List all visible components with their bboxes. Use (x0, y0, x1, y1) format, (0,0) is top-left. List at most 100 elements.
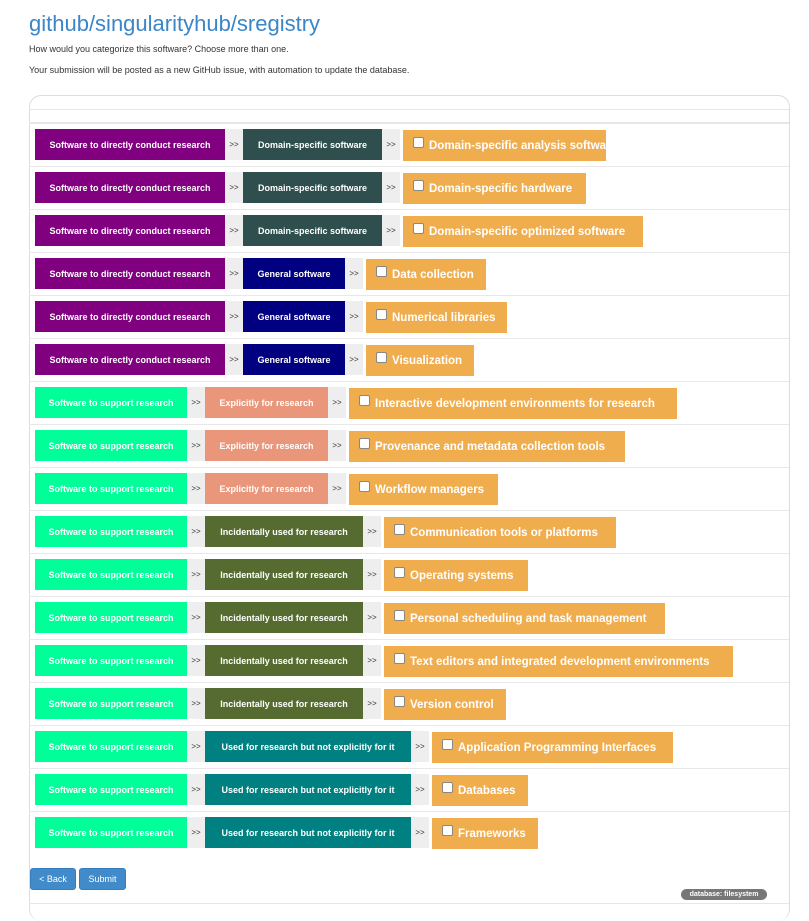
category-option[interactable]: Data collection (366, 259, 486, 290)
separator-arrow: >> (187, 602, 205, 633)
category-option[interactable]: Operating systems (384, 560, 528, 591)
option-checkbox[interactable] (394, 567, 405, 578)
category-level1: Software to directly conduct research (35, 215, 225, 246)
category-option[interactable]: Provenance and metadata collection tools (349, 431, 625, 462)
category-level1: Software to directly conduct research (35, 301, 225, 332)
option-checkbox[interactable] (359, 438, 370, 449)
option-checkbox[interactable] (394, 524, 405, 535)
category-level2: Explicitly for research (205, 430, 328, 461)
category-level1: Software to directly conduct research (35, 344, 225, 375)
submit-button[interactable]: Submit (79, 868, 126, 890)
category-level2: Explicitly for research (205, 473, 328, 504)
option-checkbox[interactable] (376, 352, 387, 363)
separator-arrow: >> (363, 645, 381, 676)
table-row: Software to support research >> Explicitly… (29, 467, 789, 511)
category-level2: Used for research but not explicitly for… (205, 817, 411, 848)
separator-arrow: >> (363, 516, 381, 547)
option-label: Interactive development environments for… (375, 397, 655, 410)
table-row: Software to support research >> Incidental… (29, 553, 789, 597)
option-label: Domain-specific analysis software (429, 139, 617, 152)
category-level2: Domain-specific software (243, 129, 382, 160)
option-checkbox[interactable] (413, 180, 424, 191)
category-option[interactable]: Databases (432, 775, 528, 806)
category-option[interactable]: Communication tools or platforms (384, 517, 616, 548)
category-level1: Software to support research (35, 473, 187, 504)
separator-arrow: >> (187, 645, 205, 676)
separator-arrow: >> (411, 774, 429, 805)
option-checkbox[interactable] (359, 395, 370, 406)
option-checkbox[interactable] (376, 266, 387, 277)
separator-arrow: >> (225, 301, 243, 332)
category-level1: Software to support research (35, 516, 187, 547)
option-checkbox[interactable] (376, 309, 387, 320)
separator-arrow: >> (363, 688, 381, 719)
category-option[interactable]: Personal scheduling and task management (384, 603, 665, 634)
category-level1: Software to support research (35, 817, 187, 848)
submission-note: Your submission will be posted as a new … (29, 65, 410, 75)
category-option[interactable]: Interactive development environments for… (349, 388, 677, 419)
separator-arrow: >> (411, 817, 429, 848)
category-level2: General software (243, 258, 345, 289)
separator-arrow: >> (187, 774, 205, 805)
table-row: Software to directly conduct research >> D… (29, 166, 789, 210)
category-option[interactable]: Application Programming Interfaces (432, 732, 673, 763)
option-checkbox[interactable] (413, 223, 424, 234)
back-button[interactable]: < Back (30, 868, 76, 890)
separator-arrow: >> (225, 172, 243, 203)
category-option[interactable]: Version control (384, 689, 506, 720)
option-label: Provenance and metadata collection tools (375, 440, 606, 453)
category-option[interactable]: Domain-specific optimized software (403, 216, 643, 247)
separator-arrow: >> (225, 344, 243, 375)
category-option[interactable]: Visualization (366, 345, 474, 376)
separator-arrow: >> (363, 559, 381, 590)
table-row: Software to support research >> Incidental… (29, 510, 789, 554)
category-level1: Software to support research (35, 774, 187, 805)
option-label: Data collection (392, 268, 474, 281)
separator-arrow: >> (187, 731, 205, 762)
option-checkbox[interactable] (359, 481, 370, 492)
category-option[interactable]: Text editors and integrated development … (384, 646, 733, 677)
option-label: Version control (410, 698, 494, 711)
separator-arrow: >> (225, 258, 243, 289)
category-level2: Incidentally used for research (205, 688, 363, 719)
separator-arrow: >> (328, 473, 346, 504)
option-checkbox[interactable] (442, 739, 453, 750)
option-label: Frameworks (458, 827, 526, 840)
category-option[interactable]: Numerical libraries (366, 302, 507, 333)
separator-arrow: >> (382, 215, 400, 246)
option-label: Operating systems (410, 569, 514, 582)
option-checkbox[interactable] (394, 610, 405, 621)
option-checkbox[interactable] (442, 782, 453, 793)
category-option[interactable]: Domain-specific hardware (403, 173, 586, 204)
separator-arrow: >> (411, 731, 429, 762)
separator-arrow: >> (187, 817, 205, 848)
table-row: Software to support research >> Explicitly… (29, 381, 789, 425)
category-option[interactable]: Domain-specific analysis software (403, 130, 617, 161)
category-level2: Used for research but not explicitly for… (205, 731, 411, 762)
table-row: Software to support research >> Used for r… (29, 811, 789, 855)
category-level2: Domain-specific software (243, 215, 382, 246)
table-row: Software to support research >> Incidental… (29, 596, 789, 640)
option-checkbox[interactable] (394, 696, 405, 707)
option-checkbox[interactable] (442, 825, 453, 836)
option-label: Numerical libraries (392, 311, 496, 324)
separator-arrow: >> (225, 215, 243, 246)
category-level2: General software (243, 344, 345, 375)
table-row: Software to directly conduct research >> G… (29, 252, 789, 296)
option-label: Visualization (392, 354, 463, 367)
category-option[interactable]: Frameworks (432, 818, 538, 849)
option-label: Domain-specific hardware (429, 182, 573, 195)
separator-arrow: >> (345, 301, 363, 332)
category-level2: Incidentally used for research (205, 645, 363, 676)
option-checkbox[interactable] (394, 653, 405, 664)
category-option[interactable]: Workflow managers (349, 474, 498, 505)
table-row: Software to support research >> Used for r… (29, 725, 789, 769)
option-label: Application Programming Interfaces (458, 741, 657, 754)
table-row: Software to support research >> Explicitly… (29, 424, 789, 468)
database-badge: database: filesystem (681, 889, 767, 900)
separator-arrow: >> (187, 473, 205, 504)
category-level2: General software (243, 301, 345, 332)
option-checkbox[interactable] (413, 137, 424, 148)
option-label: Workflow managers (375, 483, 485, 496)
category-level2: Used for research but not explicitly for… (205, 774, 411, 805)
